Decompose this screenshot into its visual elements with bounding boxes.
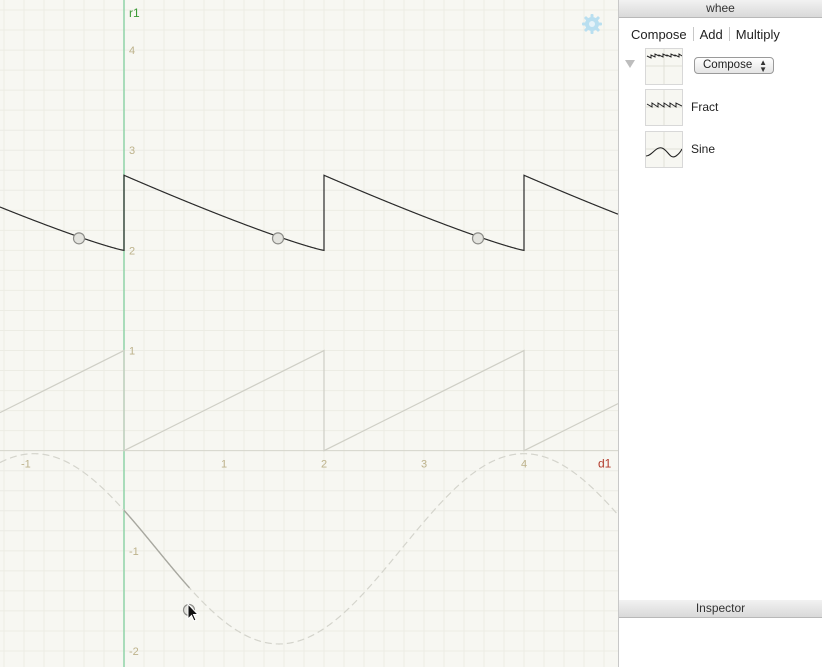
- compose-icon: [645, 48, 683, 85]
- inspector-title: Inspector: [619, 600, 822, 618]
- function-label-sine: Sine: [691, 142, 716, 156]
- fract-icon: [645, 89, 683, 126]
- function-panel: whee Compose Add Multiply Compose ▲ ▼ Fr…: [618, 0, 822, 667]
- x-tick-label: 3: [421, 459, 427, 471]
- compose-mode-select[interactable]: Compose ▲ ▼: [694, 57, 774, 74]
- y-tick-label: 1: [129, 346, 135, 358]
- tick-labels: -1 1 2 3 4 4 3 2 1 -1 -2 d1 r1: [21, 6, 612, 658]
- y-tick-label: 3: [129, 145, 135, 157]
- inspector-panel: Inspector: [619, 600, 822, 618]
- gear-icon[interactable]: [581, 13, 603, 35]
- curve-handle[interactable]: [471, 232, 485, 245]
- sine-icon: [645, 131, 683, 168]
- graph-plot[interactable]: -1 1 2 3 4 4 3 2 1 -1 -2 d1 r1: [0, 0, 618, 667]
- compose-curve: [0, 174, 618, 252]
- y-axis-name: r1: [129, 6, 140, 20]
- fract-curve: [0, 349, 618, 452]
- toolbar: Compose Add Multiply: [619, 21, 822, 47]
- curve-handle[interactable]: [271, 232, 285, 245]
- function-label-fract: Fract: [691, 100, 719, 114]
- y-tick-label: 4: [129, 45, 135, 57]
- curve-handle[interactable]: [72, 232, 86, 245]
- x-tick-label: 4: [521, 459, 527, 471]
- disclosure-triangle-icon[interactable]: [625, 60, 635, 68]
- function-item-sine[interactable]: Sine: [619, 131, 822, 171]
- compose-mode-value: Compose: [703, 59, 753, 71]
- x-tick-label: -1: [21, 459, 31, 471]
- x-axis-name: d1: [598, 457, 612, 471]
- y-tick-label: -1: [129, 546, 139, 558]
- select-arrows-icon: ▲ ▼: [759, 58, 767, 74]
- x-tick-label: 2: [321, 459, 327, 471]
- function-item-compose[interactable]: Compose ▲ ▼: [619, 48, 822, 88]
- y-tick-label: -2: [129, 646, 139, 658]
- x-tick-label: 1: [221, 459, 227, 471]
- y-tick-label: 2: [129, 245, 135, 257]
- window-title: whee: [619, 0, 822, 18]
- curves: [0, 174, 618, 645]
- function-item-fract[interactable]: Fract: [619, 89, 822, 129]
- sine-curve: [0, 453, 618, 645]
- compose-button[interactable]: Compose: [625, 27, 693, 42]
- axes: [0, 0, 618, 667]
- grid-lines: [0, 0, 618, 667]
- add-button[interactable]: Add: [694, 27, 729, 42]
- multiply-button[interactable]: Multiply: [730, 27, 786, 42]
- graph-canvas[interactable]: -1 1 2 3 4 4 3 2 1 -1 -2 d1 r1: [0, 0, 618, 667]
